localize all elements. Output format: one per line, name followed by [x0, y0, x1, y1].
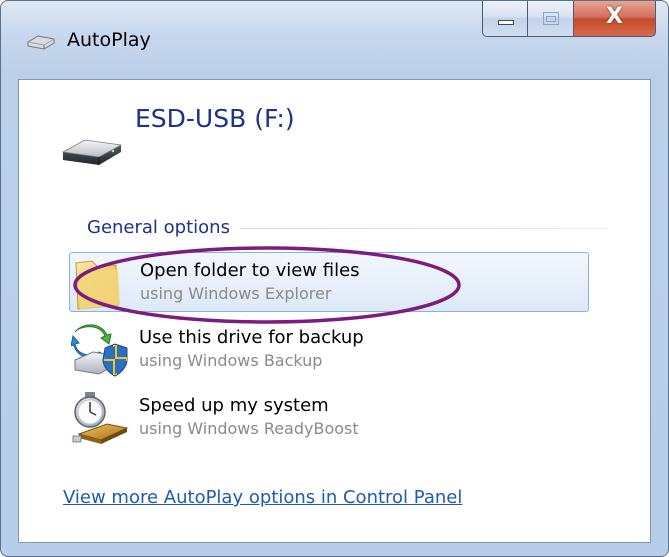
option-title: Use this drive for backup — [139, 327, 364, 348]
readyboost-icon — [72, 392, 129, 444]
close-button[interactable]: X — [574, 1, 656, 37]
option-subtitle: using Windows ReadyBoost — [139, 419, 359, 438]
device-name: ESD-USB (F:) — [135, 104, 295, 133]
drive-title-icon — [27, 35, 55, 50]
more-autoplay-options-link[interactable]: View more AutoPlay options in Control Pa… — [63, 487, 462, 508]
usb-drive-icon — [61, 139, 123, 165]
maximize-button[interactable] — [528, 1, 574, 37]
caption-buttons: X — [482, 1, 656, 41]
option-backup[interactable]: Use this drive for backup using Windows … — [69, 320, 589, 380]
option-title: Open folder to view files — [140, 260, 360, 281]
client-area: ESD-USB (F:) General options Open folder… — [18, 79, 651, 543]
close-icon: X — [606, 4, 623, 29]
minimize-button[interactable] — [482, 1, 528, 37]
autoplay-window: AutoPlay X ESD-USB (F:) General options … — [0, 0, 669, 557]
option-readyboost[interactable]: Speed up my system using Windows ReadyBo… — [69, 388, 589, 448]
section-header: General options — [87, 217, 240, 238]
option-subtitle: using Windows Explorer — [140, 284, 332, 303]
title-bar[interactable]: AutoPlay X — [1, 1, 668, 79]
minimize-icon — [498, 20, 514, 25]
option-open-folder[interactable]: Open folder to view files using Windows … — [69, 252, 589, 312]
folder-icon — [75, 260, 120, 310]
option-title: Speed up my system — [139, 395, 329, 416]
option-subtitle: using Windows Backup — [139, 351, 323, 370]
maximize-icon — [543, 12, 559, 25]
window-title: AutoPlay — [67, 29, 151, 51]
backup-icon — [71, 324, 128, 377]
